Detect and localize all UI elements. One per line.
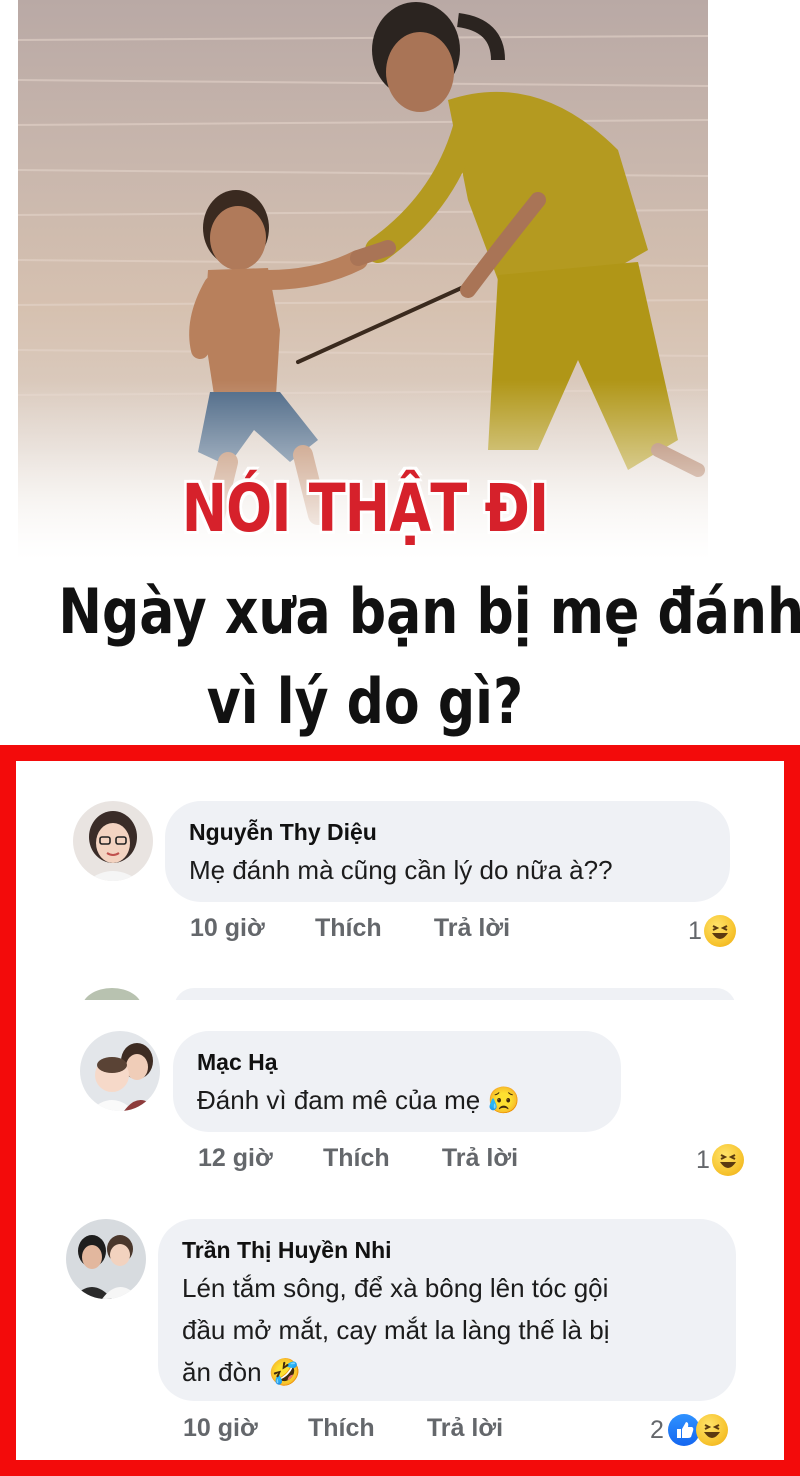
reply-button[interactable]: Trả lời — [442, 1144, 518, 1173]
comment-meta: 10 giờ Thích Trả lời — [190, 914, 510, 943]
meme-question-line-2: vì lý do gì? — [206, 665, 524, 738]
reaction-summary[interactable]: 1 — [696, 1144, 744, 1176]
meme-question-line-1: Ngày xưa bạn bị mẹ đánh — [58, 575, 800, 648]
cropped-comment — [82, 988, 742, 1000]
comment-bubble: Nguyễn Thy Diệu Mẹ đánh mà cũng cần lý d… — [165, 801, 730, 902]
comment-text: Đánh vì đam mê của mẹ 😥 — [197, 1085, 520, 1115]
haha-icon — [711, 1144, 744, 1176]
reply-button[interactable]: Trả lời — [434, 914, 510, 943]
like-button[interactable]: Thích — [323, 1144, 435, 1173]
like-button[interactable]: Thích — [315, 914, 427, 943]
comment-time[interactable]: 10 giờ — [183, 1414, 301, 1443]
reaction-summary[interactable]: 1 — [688, 915, 736, 947]
avatar[interactable] — [73, 801, 153, 881]
comment-meta: 12 giờ Thích Trả lời — [198, 1144, 518, 1173]
reaction-count: 1 — [696, 1145, 710, 1174]
comment-author[interactable]: Nguyễn Thy Diệu — [189, 815, 706, 849]
comment-time[interactable]: 10 giờ — [190, 914, 308, 943]
haha-icon — [703, 915, 736, 947]
like-button[interactable]: Thích — [308, 1414, 420, 1443]
comment-text: Mẹ đánh mà cũng cần lý do nữa à?? — [189, 855, 613, 885]
comment-text-line: ăn đòn 🤣 — [182, 1357, 302, 1387]
comment-text-line: đầu mở mắt, cay mắt la làng thế là bị — [182, 1315, 610, 1345]
reaction-summary[interactable]: 2 — [650, 1414, 728, 1446]
comment-author[interactable]: Mạc Hạ — [197, 1045, 597, 1079]
avatar[interactable] — [66, 1219, 146, 1299]
avatar[interactable] — [80, 1031, 160, 1111]
haha-icon — [695, 1414, 728, 1446]
comment-text-line: Lén tắm sông, để xà bông lên tóc gội — [182, 1273, 609, 1303]
comment-bubble: Mạc Hạ Đánh vì đam mê của mẹ 😥 — [173, 1031, 621, 1132]
comment-bubble: Trần Thị Huyền Nhi Lén tắm sông, để xà b… — [158, 1219, 736, 1401]
meme-image: NÓI THẬT ĐI Ngày xưa bạn bị mẹ đánh vì l… — [0, 0, 800, 745]
comment-time[interactable]: 12 giờ — [198, 1144, 316, 1173]
reply-button[interactable]: Trả lời — [427, 1414, 503, 1443]
comment-author[interactable]: Trần Thị Huyền Nhi — [182, 1233, 712, 1267]
comment-meta: 10 giờ Thích Trả lời — [183, 1414, 503, 1443]
reaction-count: 1 — [688, 916, 702, 945]
meme-headline: NÓI THẬT ĐI — [181, 470, 549, 547]
reaction-count: 2 — [650, 1415, 664, 1444]
